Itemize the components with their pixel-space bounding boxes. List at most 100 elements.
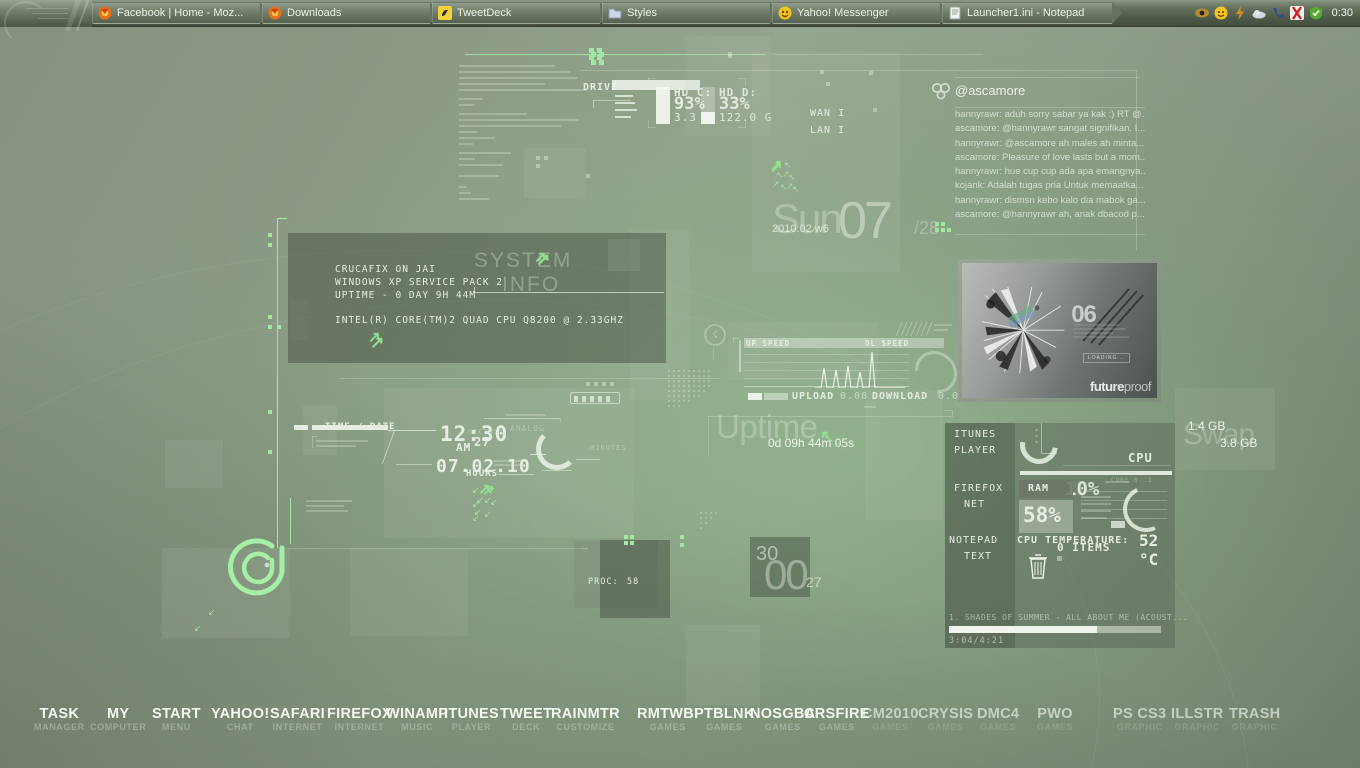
dock-item-safari[interactable]: SAFARI INTERNET	[270, 706, 325, 733]
phone-icon[interactable]	[1271, 6, 1285, 20]
launcher-itunes-sub[interactable]: PLAYER	[954, 445, 996, 456]
start-line	[26, 7, 68, 9]
tweet-row[interactable]: kojank: Adalah tugas pria Untuk memaafka…	[955, 179, 1145, 193]
dock-item-photoshop[interactable]: PS CS3 GRAPHIC	[1113, 706, 1166, 733]
dock-item-ptblnk[interactable]: PTBLNK GAMES	[694, 706, 755, 733]
wallpaper-preview-frame[interactable]: 06 LOADING... futureproof	[958, 259, 1161, 402]
launcher-notepad-sub[interactable]: TEXT	[964, 551, 992, 562]
deco-square	[935, 222, 939, 226]
dock-item-crysis[interactable]: CRYSIS GAMES	[918, 706, 973, 733]
dock-item-crsfire[interactable]: CRSFIRE GAMES	[804, 706, 870, 733]
arrow-icon: ↙	[474, 507, 482, 517]
deco-square	[624, 541, 628, 545]
deco-square	[268, 325, 272, 329]
recycle-bin-count[interactable]: 0 ITEMS	[1057, 541, 1110, 554]
lightning-icon[interactable]	[1233, 6, 1247, 20]
system-info-os: WINDOWS XP SERVICE PACK 2	[335, 277, 503, 288]
launcher-firefox-sub[interactable]: NET	[964, 499, 985, 510]
dock-item-sublabel: CUSTOMIZE	[556, 722, 615, 732]
dock-item-itunes[interactable]: ITUNES PLAYER	[444, 706, 499, 733]
dock-item-pwo[interactable]: PWO GAMES	[1037, 706, 1073, 733]
arrow-icon: ↙	[488, 485, 496, 495]
shield-icon[interactable]	[1309, 6, 1323, 20]
taskbar-tab-tweetdeck[interactable]: TweetDeck	[432, 2, 610, 24]
dock-item-cm2010[interactable]: CM2010 GAMES	[862, 706, 919, 733]
eye-icon[interactable]	[1194, 6, 1209, 20]
cpu-bar	[1020, 471, 1172, 475]
tweet-row[interactable]: hannyrawr: @ascamore ah males ah minta..…	[955, 137, 1145, 151]
kaspersky-icon[interactable]	[1289, 6, 1304, 20]
taskbar-tab-styles[interactable]: Styles	[602, 2, 780, 24]
tweet-row[interactable]: hannyrawr: dismsn kebo kalo dia mabok ga…	[955, 194, 1145, 208]
twitter-feed[interactable]: hannyrawr: aduh sorry sabar ya kak :) RT…	[955, 108, 1145, 222]
dock-item-start-menu[interactable]: START MENU	[152, 706, 201, 733]
twitter-skin[interactable]: @ascamore hannyrawr: aduh sorry sabar ya…	[932, 82, 1145, 235]
launcher-notepad-label[interactable]: NOTEPAD	[949, 535, 998, 546]
resources-skin: ITUNES PLAYER FIREFOX NET NOTEPAD TEXT C…	[945, 418, 1188, 648]
dock-item-yahoo-chat[interactable]: YAHOO! CHAT	[211, 706, 269, 733]
seconds-value: 27	[474, 435, 491, 449]
deco-vline	[1136, 70, 1137, 250]
accent-hline	[277, 218, 287, 219]
wallpaper-preview-image[interactable]: 06 LOADING... futureproof	[962, 263, 1157, 398]
dock-item-trash[interactable]: TRASH GRAPHIC	[1229, 706, 1280, 733]
swap-total: 3.8 GB	[1220, 436, 1258, 450]
upload-indicator	[748, 393, 762, 400]
launcher-firefox-label[interactable]: FIREFOX	[954, 483, 1003, 494]
temp-indicator	[1111, 521, 1125, 528]
music-track-title[interactable]: 1. SHADES OF SUMMER - ALL ABOUT ME (ACOU…	[949, 613, 1188, 622]
dock-item-sublabel: MANAGER	[34, 722, 85, 732]
clock-ampm: AM	[456, 441, 472, 454]
tweet-row[interactable]: hannyrawr: hue cup cup ada apa emangnya.…	[955, 165, 1145, 179]
cloud-icon[interactable]	[1252, 6, 1266, 20]
tweet-row[interactable]: ascamore: @hannyrawr ah, anak dbacod p..…	[955, 208, 1145, 222]
taskbar-tab-facebook[interactable]: Facebook | Home - Moz...	[92, 2, 270, 24]
clock-skin: TIME / DATE 12:30 AM 07.02.10 HOURS ANAL…	[288, 388, 638, 538]
upload-value: 0.08	[840, 391, 869, 402]
calendar-day-name: Sun	[772, 195, 843, 242]
arrow-icon: ↙	[476, 495, 484, 505]
dock-item-rmtwbi[interactable]: RMTWBI GAMES	[637, 706, 698, 733]
start-button[interactable]	[0, 0, 92, 45]
dock-item-firefox[interactable]: FIREFOX INTERNET	[327, 706, 392, 733]
tweet-row[interactable]: hannyrawr: aduh sorry sabar ya kak :) RT…	[955, 108, 1145, 122]
temp-gauge	[1116, 479, 1176, 539]
futureproof-brand: futureproof	[1090, 379, 1151, 394]
start-line	[32, 12, 68, 14]
dock-item-illustrator[interactable]: ILLSTR GRAPHIC	[1171, 706, 1224, 733]
system-tray[interactable]: 0:30	[1183, 0, 1360, 27]
taskbar-tab-notepad[interactable]: Launcher1.ini - Notepad	[942, 2, 1122, 24]
bg-rect	[165, 440, 223, 488]
logo-accent-vline	[290, 498, 291, 544]
taskbar-tab-yahoo-messenger[interactable]: Yahoo! Messenger	[772, 2, 950, 24]
dock-item-sublabel: DECK	[512, 722, 541, 732]
dock-item-dmc4[interactable]: DMC4 GAMES	[977, 706, 1019, 733]
calendar-day-number: 07	[838, 192, 893, 250]
cpu-temp-value: 52 °C	[1139, 531, 1159, 569]
net-circle-icon: ☇	[704, 324, 726, 346]
smiley-icon[interactable]	[1214, 6, 1228, 20]
analog-label: ANALOG	[510, 424, 545, 433]
launcher-itunes-label[interactable]: ITUNES	[954, 429, 996, 440]
dock-item-sublabel: MUSIC	[401, 722, 434, 732]
taskbar[interactable]: Facebook | Home - Moz... Downloads Tweet…	[0, 0, 1360, 45]
dock-item-rainmeter[interactable]: RAINMTR CUSTOMIZE	[551, 706, 620, 733]
dock-item-task-manager[interactable]: TASK MANAGER	[34, 706, 85, 733]
dock[interactable]: TASK MANAGER MY COMPUTER START MENU YAHOO! C…	[0, 706, 1360, 754]
yahoo-messenger-icon	[778, 6, 792, 20]
tweet-row[interactable]: ascamore: @hannyrawr sangat signifikan. …	[955, 122, 1145, 136]
taskbar-tab-downloads[interactable]: Downloads	[262, 2, 440, 24]
tweet-row[interactable]: ascamore: Pleasure of love lasts but a m…	[955, 151, 1145, 165]
lan-label: LAN I	[810, 125, 846, 136]
trash-icon[interactable]	[1027, 553, 1049, 584]
dock-item-sublabel: CHAT	[226, 722, 254, 732]
dock-item-my-computer[interactable]: MY COMPUTER	[90, 706, 146, 733]
art-number: 06	[1071, 300, 1097, 328]
taskbar-window-list[interactable]: Facebook | Home - Moz... Downloads Tweet…	[92, 0, 1183, 27]
taskbar-clock[interactable]: 0:30	[1332, 7, 1353, 19]
twitter-handle[interactable]: @ascamore	[955, 83, 1025, 98]
music-progress-track[interactable]	[949, 626, 1161, 633]
dock-item-winamp[interactable]: WINAMP MUSIC	[386, 706, 448, 733]
dock-item-tweetdeck[interactable]: TWEET DECK	[500, 706, 552, 733]
arrow-icon: ↗	[534, 249, 547, 266]
